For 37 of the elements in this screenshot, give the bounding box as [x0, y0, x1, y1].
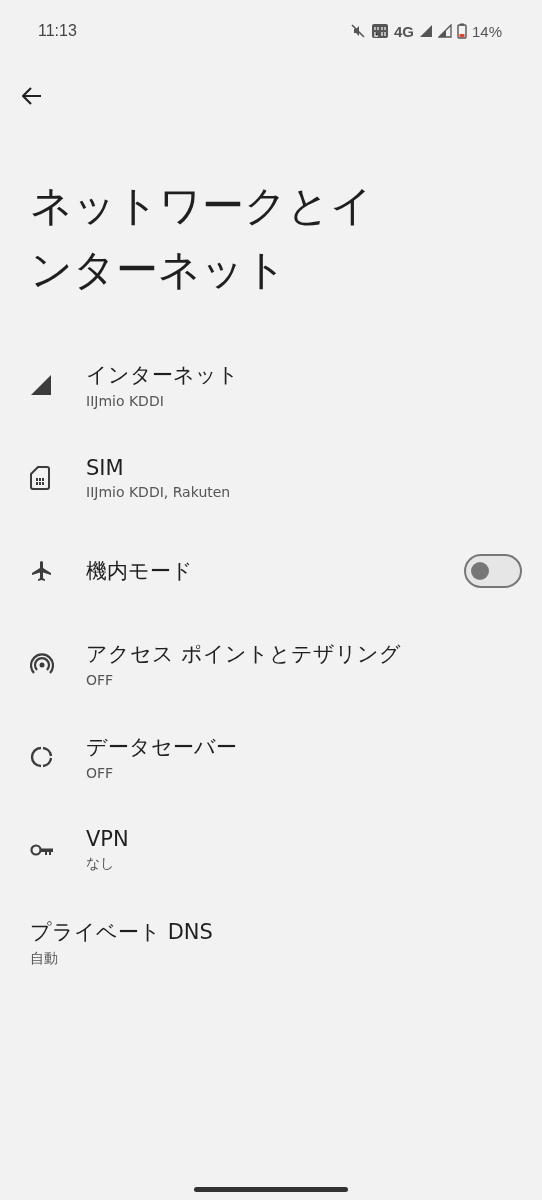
item-title: SIM — [86, 455, 125, 480]
item-subtitle: OFF — [86, 671, 115, 688]
airplane-icon — [30, 558, 54, 583]
settings-item[interactable]: アクセス ポイントとテザリング OFF — [0, 617, 542, 710]
battery-icon — [456, 23, 467, 39]
signal-icon — [437, 24, 452, 38]
item-subtitle: OFF — [86, 764, 115, 781]
item-title: インターネット — [86, 361, 240, 389]
mute-icon — [349, 23, 366, 39]
battery-percent: 14% — [471, 22, 502, 40]
key-icon — [30, 842, 54, 857]
hotspot-icon — [30, 651, 54, 676]
item-title: プライベート DNS — [30, 918, 214, 946]
item-subtitle: なし — [86, 854, 115, 873]
item-title: VPN — [86, 826, 130, 851]
settings-item[interactable]: プライベート DNS 自動 — [0, 896, 542, 989]
settings-item[interactable]: インターネット IIJmio KDDI — [0, 338, 542, 431]
item-title: アクセス ポイントとテザリング — [86, 640, 402, 668]
toggle-switch[interactable] — [464, 553, 522, 588]
status-time: 11:13 — [38, 22, 77, 40]
sim-card-icon — [30, 465, 50, 490]
item-subtitle: IIJmio KDDI — [86, 392, 165, 409]
settings-item[interactable]: データセーバー OFF — [0, 710, 542, 803]
signal-icon — [30, 373, 52, 396]
network-type: 4G — [393, 22, 414, 40]
volte-icon — [370, 23, 389, 39]
settings-item[interactable]: VPN なし — [0, 803, 542, 896]
item-subtitle: 自動 — [30, 949, 59, 968]
signal-icon — [418, 24, 433, 38]
settings-item[interactable]: SIM IIJmio KDDI, Rakuten — [0, 431, 542, 524]
settings-item[interactable]: 機内モード — [0, 524, 542, 617]
item-subtitle: IIJmio KDDI, Rakuten — [86, 483, 232, 500]
item-title: データセーバー — [86, 733, 238, 761]
data-saver-icon — [30, 744, 54, 769]
item-title: 機内モード — [86, 557, 194, 585]
page-title: ネットワークとインターネット — [30, 180, 374, 296]
back-arrow-icon — [22, 87, 42, 105]
